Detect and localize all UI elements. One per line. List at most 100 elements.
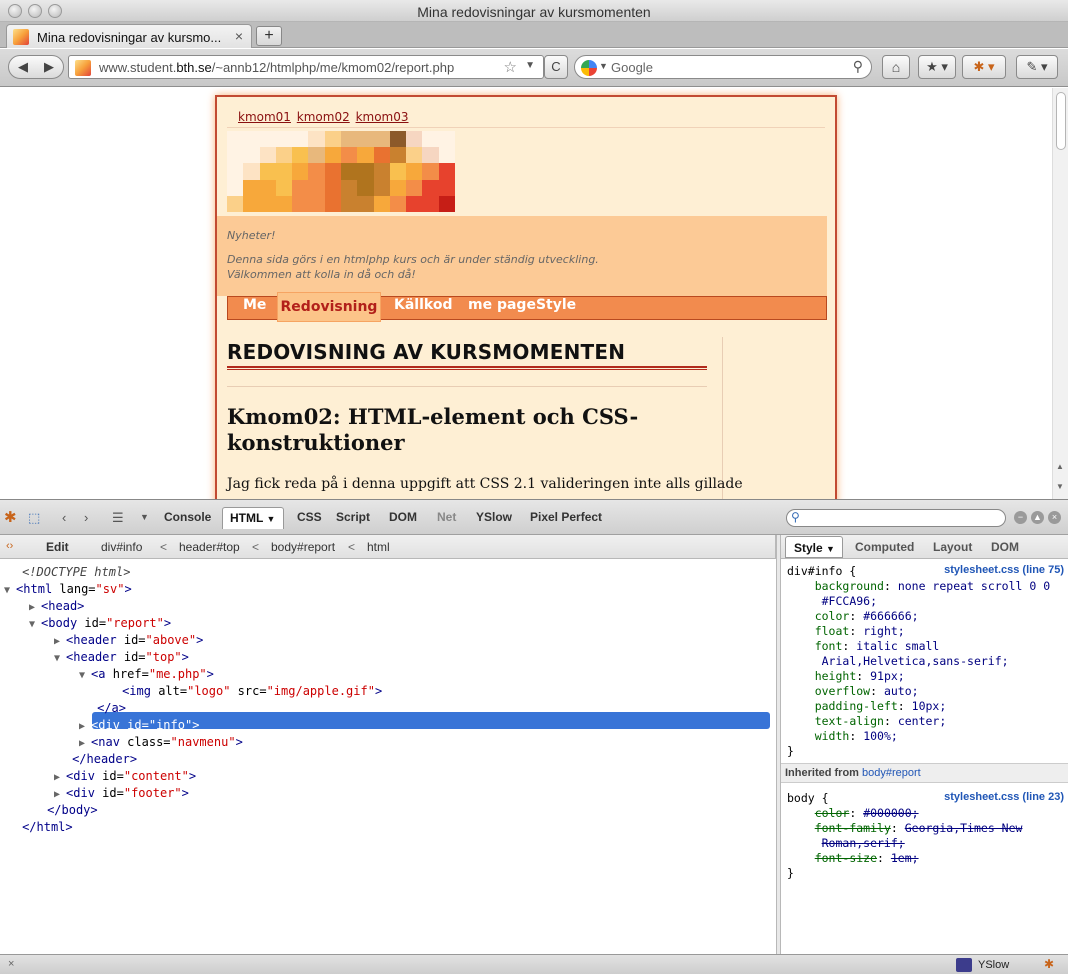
css-declaration[interactable]: color: #666666; [787, 609, 919, 624]
engine-dropdown-icon[interactable]: ▼ [599, 61, 608, 71]
expand-toggle-icon[interactable]: ▶ [79, 738, 91, 749]
back-button[interactable]: ◀ [10, 56, 36, 78]
tree-node[interactable]: </body> [29, 802, 98, 819]
breadcrumb-item[interactable]: body#report [271, 540, 335, 554]
tree-node[interactable]: ▼ <html lang="sv"> [4, 581, 132, 598]
css-declaration[interactable]: overflow: auto; [787, 684, 919, 699]
tab-net[interactable]: Net [437, 510, 456, 524]
css-declaration[interactable]: height: 91px; [787, 669, 905, 684]
tab-yslow[interactable]: YSlow [476, 510, 512, 524]
url-bar[interactable]: www.student.bth.se/~annb12/htmlphp/me/km… [68, 55, 544, 79]
css-declaration[interactable]: text-align: center; [787, 714, 947, 729]
css-declaration[interactable]: float: right; [787, 624, 905, 639]
inherited-from-link[interactable]: body#report [862, 767, 921, 779]
edit-button[interactable]: Edit [46, 540, 69, 554]
css-declaration[interactable]: Roman,serif; [787, 836, 905, 851]
expand-toggle-icon[interactable]: ▼ [79, 670, 91, 681]
browser-tab[interactable]: Mina redovisningar av kursmo... × [6, 24, 252, 48]
link-kmom01[interactable]: kmom01 [238, 110, 291, 124]
css-declaration[interactable]: color: #000000; [787, 806, 919, 821]
nav-item-redovisning[interactable]: Redovisning [277, 292, 381, 322]
tree-node[interactable]: </a> [79, 700, 126, 717]
breadcrumb-item[interactable]: header#top [179, 540, 240, 554]
edit-mode-icon[interactable]: ‹› [6, 540, 13, 552]
expand-toggle-icon[interactable]: ▼ [54, 653, 66, 664]
reload-button[interactable]: C [544, 55, 568, 79]
close-icon[interactable]: × [1048, 511, 1061, 524]
tab-pixel-perfect[interactable]: Pixel Perfect [530, 510, 602, 524]
search-input[interactable]: Google [611, 60, 653, 75]
css-declaration[interactable]: width: 100%; [787, 729, 898, 744]
css-selector[interactable]: div#info { [787, 564, 856, 579]
expand-toggle-icon[interactable]: ▶ [79, 721, 91, 732]
bookmarks-button[interactable]: ★ ▾ [918, 55, 956, 79]
tree-node[interactable]: <!DOCTYPE html> [4, 564, 130, 581]
scrollbar-thumb[interactable] [1056, 92, 1066, 150]
tab-computed[interactable]: Computed [855, 540, 914, 554]
expand-toggle-icon[interactable]: ▼ [4, 585, 16, 596]
yslow-status[interactable]: YSlow [978, 959, 1009, 971]
tab-dom[interactable]: DOM [389, 510, 417, 524]
tree-node[interactable]: ▶ <nav class="navmenu"> [79, 734, 243, 751]
tab-script[interactable]: Script [336, 510, 370, 524]
history-forward-icon[interactable]: › [84, 510, 88, 525]
forward-button[interactable]: ▶ [36, 56, 62, 78]
css-declaration[interactable]: background: none repeat scroll 0 0 [787, 579, 1050, 594]
page-scrollbar[interactable]: ▲ ▼ [1052, 88, 1068, 499]
firebug-menu-icon[interactable]: ✱ [4, 508, 17, 526]
tree-node[interactable]: ▶ <div id="content"> [54, 768, 196, 785]
link-kmom03[interactable]: kmom03 [356, 110, 409, 124]
tab-html[interactable]: HTML ▼ [222, 507, 284, 529]
tab-css[interactable]: CSS [297, 510, 322, 524]
firebug-search-input[interactable]: ⚲ [786, 509, 1006, 527]
tree-node[interactable]: </html> [4, 819, 73, 836]
css-source-link[interactable]: stylesheet.css (line 23) [944, 791, 1064, 803]
detach-icon[interactable]: ▲ [1031, 511, 1044, 524]
home-button[interactable]: ⌂ [882, 55, 910, 79]
tree-node[interactable]: ▼ <a href="me.php"> [79, 666, 214, 683]
panel-menu-icon[interactable]: ☰ [112, 510, 124, 526]
nav-item-me[interactable]: Me [243, 297, 266, 321]
css-declaration[interactable]: font-size: 1em; [787, 851, 919, 866]
breadcrumb-item[interactable]: div#info [101, 540, 142, 554]
expand-toggle-icon[interactable]: ▶ [54, 772, 66, 783]
nav-item-kallkod[interactable]: Källkod [394, 297, 452, 321]
tab-layout[interactable]: Layout [933, 540, 972, 554]
tab-console[interactable]: Console [164, 510, 211, 524]
css-declaration[interactable]: #FCCA96; [787, 594, 877, 609]
google-engine-icon[interactable] [581, 60, 597, 76]
search-bar[interactable]: ▼ Google ⚲ [574, 55, 872, 79]
inspect-icon[interactable]: ⬚ [28, 510, 40, 526]
yslow-icon[interactable] [956, 958, 972, 972]
url-dropdown-icon[interactable]: ▼ [525, 60, 535, 71]
link-kmom02[interactable]: kmom02 [297, 110, 350, 124]
expand-toggle-icon[interactable]: ▶ [54, 789, 66, 800]
tree-node[interactable]: ▼ <body id="report"> [29, 615, 171, 632]
tree-node-selected[interactable]: ▶ <div id="info"> [79, 717, 199, 734]
css-declaration[interactable]: font-family: Georgia,Times New [787, 821, 1023, 836]
firebug-button[interactable]: ✱ ▾ [962, 55, 1006, 79]
breadcrumb-item[interactable]: html [367, 540, 390, 554]
expand-toggle-icon[interactable]: ▼ [29, 619, 41, 630]
tab-style[interactable]: Style ▼ [785, 536, 843, 558]
search-icon[interactable]: ⚲ [853, 58, 863, 75]
css-declaration[interactable]: Arial,Helvetica,sans-serif; [787, 654, 1009, 669]
tree-node[interactable]: ▶ <div id="footer"> [54, 785, 189, 802]
tree-node[interactable]: ▶ <head> [29, 598, 84, 615]
colorpicker-button[interactable]: ✎ ▾ [1016, 55, 1058, 79]
bookmark-star-icon[interactable]: ☆ [504, 58, 517, 76]
firebug-status-icon[interactable]: ✱ [1044, 957, 1054, 971]
expand-toggle-icon[interactable]: ▶ [29, 602, 41, 613]
scroll-up-icon[interactable]: ▲ [1056, 462, 1064, 471]
close-icon[interactable]: × [8, 958, 14, 970]
nav-item-me-pagestyle[interactable]: me pageStyle [468, 297, 576, 321]
css-declaration[interactable]: padding-left: 10px; [787, 699, 947, 714]
css-source-link[interactable]: stylesheet.css (line 75) [944, 564, 1064, 576]
tree-node[interactable]: <img alt="logo" src="img/apple.gif"> [104, 683, 382, 700]
tab-side-dom[interactable]: DOM [991, 540, 1019, 554]
minimize-icon[interactable]: − [1014, 511, 1027, 524]
new-tab-button[interactable]: + [256, 26, 282, 46]
expand-toggle-icon[interactable]: ▶ [54, 636, 66, 647]
tab-close-icon[interactable]: × [235, 28, 243, 44]
history-back-icon[interactable]: ‹ [62, 510, 66, 525]
